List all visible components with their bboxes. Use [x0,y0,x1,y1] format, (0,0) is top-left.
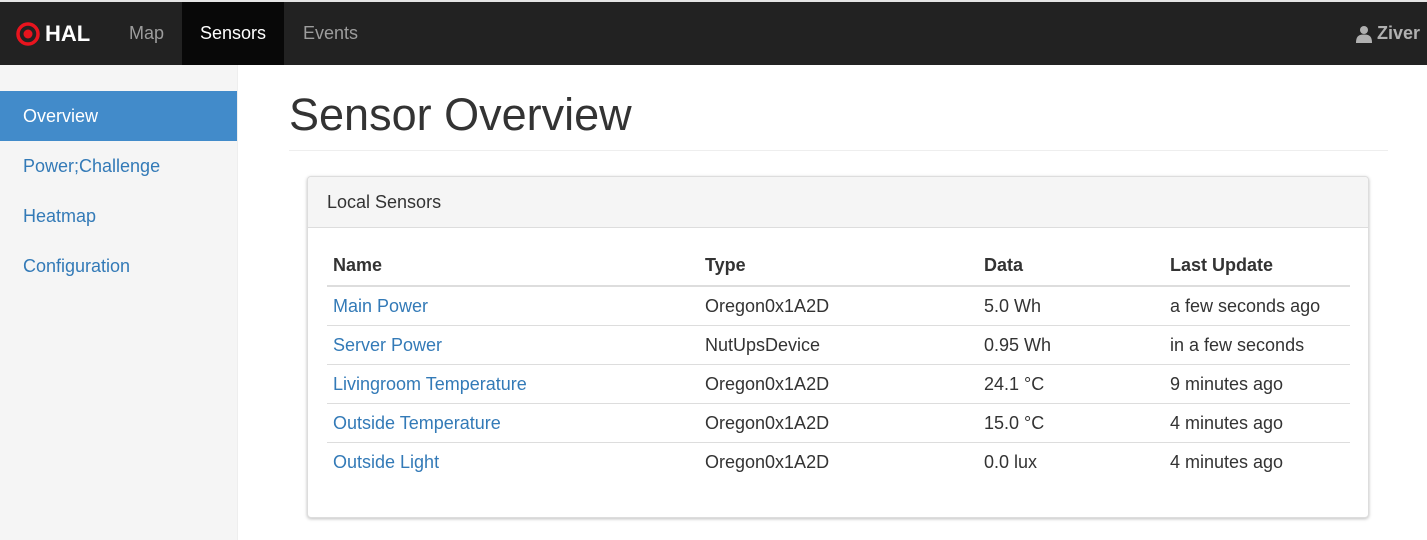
sensor-data: 15.0 °C [978,403,1164,443]
sidebar-item-configuration[interactable]: Configuration [0,241,237,291]
page-title: Sensor Overview [289,89,632,140]
sensor-name-link[interactable]: Outside Light [333,452,439,472]
sensor-type: Oregon0x1A2D [699,286,978,326]
sensor-last-update: 4 minutes ago [1170,451,1284,472]
sensor-type: Oregon0x1A2D [699,364,978,404]
sensors-table: Name Type Data Last Update Main Power Or… [327,246,1350,481]
sensor-type: NutUpsDevice [699,325,978,365]
table-row: Server Power NutUpsDevice 0.95 Wh in a f… [327,325,1350,365]
sensor-last-update: in a few seconds [1164,325,1350,365]
column-header-type: Type [699,246,978,287]
sensor-last-update: 4 minutes ago [1164,403,1350,443]
user-icon [1355,25,1372,43]
column-header-name: Name [327,246,699,287]
table-header-row: Name Type Data Last Update [327,246,1350,287]
brand[interactable]: HAL [16,2,90,65]
sidebar-item-overview[interactable]: Overview [0,91,237,141]
nav-map[interactable]: Map [110,2,183,65]
user-name: Ziver [1376,23,1420,43]
target-icon [16,21,40,46]
sensor-name-link[interactable]: Server Power [333,335,442,355]
sensor-name-link[interactable]: Outside Temperature [333,413,501,433]
sidebar-item-heatmap[interactable]: Heatmap [0,191,237,241]
column-header-data: Data [978,246,1164,287]
sensor-data: 0.0 lux [984,451,1038,472]
top-navbar: HAL Map Sensors Events Ziver [0,0,1427,65]
sensor-data: 0.95 Wh [978,325,1164,365]
user-menu[interactable]: Ziver [1355,2,1420,65]
sidebar: Overview Power;Challenge Heatmap Configu… [0,65,238,540]
brand-name: HAL [45,20,91,46]
table-row: Outside Light Oregon0x1A2D 0.0 lux 4 min… [327,443,1350,482]
nav-sensors[interactable]: Sensors [182,2,284,65]
sidebar-item-power-challenge[interactable]: Power;Challenge [0,141,237,191]
sensor-name-link[interactable]: Livingroom Temperature [333,374,527,394]
sensor-data: 24.1 °C [978,364,1164,404]
sensor-name-link[interactable]: Main Power [333,296,428,316]
sensor-type: Oregon0x1A2D [699,403,978,443]
sensor-data: 5.0 Wh [978,286,1164,326]
column-header-last-update: Last Update [1164,246,1350,287]
table-row: Outside Temperature Oregon0x1A2D 15.0 °C… [327,403,1350,443]
sensor-type: Oregon0x1A2D [705,451,830,472]
table-row: Livingroom Temperature Oregon0x1A2D 24.1… [327,364,1350,404]
nav-events[interactable]: Events [284,2,377,65]
local-sensors-panel: Local Sensors Name Type Data Last Update… [307,176,1369,518]
sensor-last-update: 9 minutes ago [1164,364,1350,404]
sensor-last-update: a few seconds ago [1164,286,1350,326]
panel-heading: Local Sensors [308,177,1368,228]
title-divider [289,150,1388,151]
table-row: Main Power Oregon0x1A2D 5.0 Wh a few sec… [327,286,1350,326]
